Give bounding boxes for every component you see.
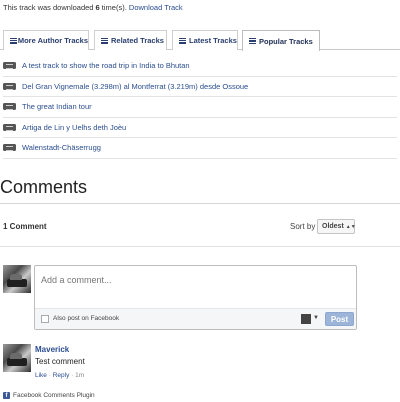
comment-input[interactable] (41, 275, 341, 295)
facebook-icon: f (3, 392, 10, 399)
comment-text: Test comment (35, 357, 85, 366)
facebook-plugin-link[interactable]: Facebook Comments Plugin (13, 392, 95, 399)
tab-label: More Author Tracks (17, 36, 88, 45)
tab-popular-tracks[interactable]: Popular Tracks (242, 30, 320, 51)
track-link[interactable]: Del Gran Vignemale (3.298m) al Montferra… (22, 82, 248, 91)
tab-label: Related Tracks (111, 36, 164, 45)
list-item: A test track to show the road trip in In… (3, 56, 397, 77)
route-icon (3, 144, 16, 152)
also-post-checkbox[interactable] (41, 315, 49, 323)
avatar[interactable] (3, 344, 31, 372)
comment-composer: Also post on Facebook ▼ Post (34, 265, 357, 330)
track-link[interactable]: A test track to show the road trip in In… (22, 61, 190, 70)
download-info: This track was downloaded 6 time(s). Dow… (3, 3, 183, 12)
sort-label: Sort by (290, 222, 316, 231)
track-link[interactable]: Walenstadt-Chäserrugg (22, 143, 101, 152)
chevron-down-icon[interactable]: ▼ (313, 315, 319, 321)
comment-author[interactable]: Maverick (35, 345, 69, 354)
comment-count: 1 Comment (3, 222, 47, 231)
route-icon (3, 123, 16, 131)
divider (0, 203, 400, 204)
download-prefix: This track was downloaded (3, 3, 96, 12)
download-suffix: time(s). (99, 3, 127, 12)
tab-label: Latest Tracks (189, 36, 237, 45)
list-item: Del Gran Vignemale (3.298m) al Montferra… (3, 77, 397, 97)
track-link[interactable]: Artiga de Lin y Uelhs deth Joèu (22, 123, 126, 132)
list-icon (10, 37, 17, 44)
comment-time[interactable]: 1m (75, 372, 84, 379)
tab-latest-tracks[interactable]: Latest Tracks (172, 30, 238, 50)
also-post-label: Also post on Facebook (53, 315, 120, 322)
download-track-link[interactable]: Download Track (129, 3, 183, 12)
list-icon (179, 37, 186, 44)
popular-tracks-list: A test track to show the road trip in In… (3, 56, 397, 159)
composer-footer: Also post on Facebook ▼ Post (35, 308, 356, 329)
list-item: The great Indian tour (3, 97, 397, 118)
facebook-plugin-footer: f Facebook Comments Plugin (3, 392, 95, 399)
avatar (3, 265, 31, 293)
track-link[interactable]: The great Indian tour (22, 102, 92, 111)
reply-link[interactable]: Reply (53, 372, 70, 379)
divider (0, 246, 400, 247)
track-tabs: More Author Tracks Related Tracks Latest… (0, 30, 400, 51)
route-icon (3, 62, 16, 70)
like-link[interactable]: Like (35, 372, 47, 379)
identity-avatar-icon[interactable] (301, 314, 311, 324)
list-item: Walenstadt-Chäserrugg (3, 138, 397, 159)
list-icon (249, 38, 256, 45)
comment-actions: Like · Reply · 1m (35, 372, 84, 379)
sort-value: Oldest (322, 223, 344, 230)
tab-label: Popular Tracks (259, 36, 313, 46)
route-icon (3, 82, 16, 90)
tab-related-tracks[interactable]: Related Tracks (94, 30, 167, 50)
tab-more-author-tracks[interactable]: More Author Tracks (3, 30, 89, 50)
sort-arrows-icon: ▲▼ (345, 223, 356, 230)
list-icon (101, 37, 108, 44)
post-button[interactable]: Post (325, 312, 354, 326)
comments-heading: Comments (0, 177, 88, 197)
list-item: Artiga de Lin y Uelhs deth Joèu (3, 118, 397, 138)
sort-select[interactable]: Oldest ▲▼ (317, 219, 356, 234)
route-icon (3, 103, 16, 111)
